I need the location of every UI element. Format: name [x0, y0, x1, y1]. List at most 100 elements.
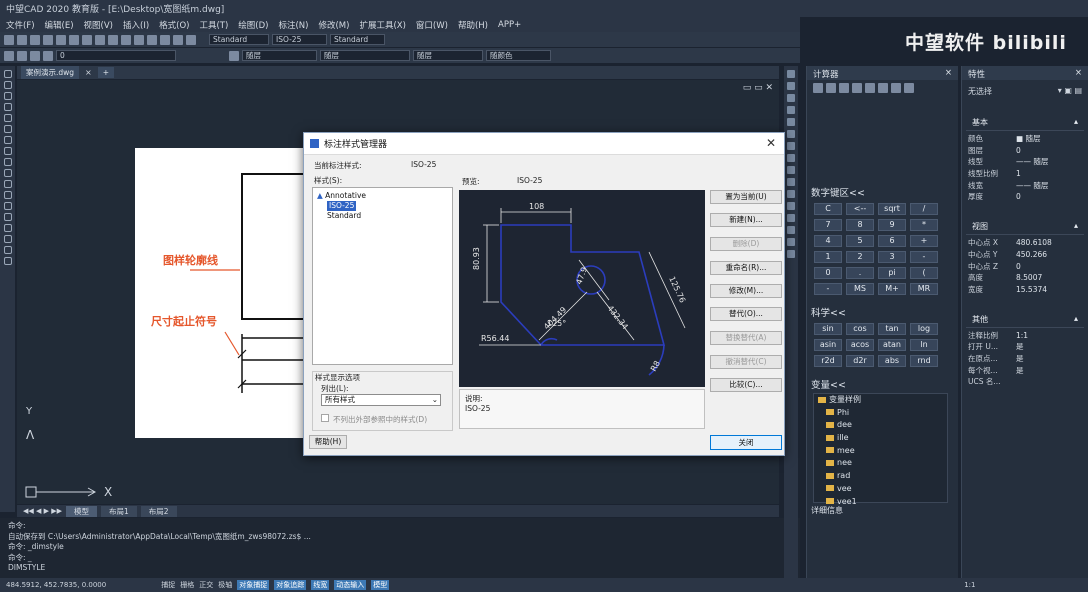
- numpad-key[interactable]: MR: [910, 283, 938, 295]
- explode-icon[interactable]: [787, 250, 795, 258]
- misc-section-title[interactable]: 其他: [972, 314, 988, 325]
- menu-window[interactable]: 窗口(W): [416, 19, 448, 31]
- variable-item[interactable]: rad: [814, 470, 947, 483]
- menu-insert[interactable]: 插入(I): [123, 19, 149, 31]
- command-line[interactable]: 命令: 自动保存到 C:\Users\Administrator\AppData…: [0, 518, 800, 578]
- command-input[interactable]: DIMSTYLE: [8, 563, 792, 574]
- copy-object-icon[interactable]: [787, 82, 795, 90]
- toggle-osnap[interactable]: 对象捕捉: [237, 580, 270, 590]
- numpad-key[interactable]: -: [910, 251, 938, 263]
- cloud-icon[interactable]: [3, 136, 12, 144]
- numpad-key[interactable]: 5: [846, 235, 874, 247]
- style-item-standard[interactable]: Standard: [317, 211, 448, 221]
- menu-file[interactable]: 文件(F): [6, 19, 35, 31]
- paste-icon[interactable]: [95, 34, 105, 45]
- menu-draw[interactable]: 绘图(D): [238, 19, 268, 31]
- tab-new-document[interactable]: +: [97, 67, 115, 78]
- numpad-key[interactable]: -: [814, 283, 842, 295]
- toggle-grid[interactable]: 栅格: [180, 580, 194, 590]
- numpad-key[interactable]: .: [846, 267, 874, 279]
- trim-icon[interactable]: [787, 178, 795, 186]
- close-button[interactable]: 关闭: [710, 435, 782, 450]
- layer-icon[interactable]: [3, 257, 12, 265]
- styles-list[interactable]: ▲ Annotative ISO-25 Standard: [312, 187, 453, 365]
- view-section-title[interactable]: 视图: [972, 221, 988, 232]
- property-row[interactable]: UCS 名...: [962, 376, 1088, 388]
- dialog-close-icon[interactable]: ✕: [766, 136, 776, 150]
- menu-format[interactable]: 格式(O): [159, 19, 189, 31]
- textstyle-combo[interactable]: Standard: [209, 34, 269, 45]
- numpad-key[interactable]: C: [814, 203, 842, 215]
- numpad-key[interactable]: 3: [878, 251, 906, 263]
- match-icon[interactable]: [108, 34, 118, 45]
- stretch-icon[interactable]: [787, 166, 795, 174]
- undo-icon[interactable]: [121, 34, 131, 45]
- pan-icon[interactable]: [147, 34, 157, 45]
- collapse-icon[interactable]: ▴: [1074, 117, 1078, 128]
- property-row[interactable]: 中心点 Y 450.266: [962, 249, 1088, 261]
- var-root-item[interactable]: 变量样例: [814, 394, 947, 407]
- layer-combo[interactable]: 0: [56, 50, 176, 61]
- scientific-key[interactable]: log: [910, 323, 938, 335]
- join-icon[interactable]: [787, 214, 795, 222]
- property-row[interactable]: 中心点 Z 0: [962, 261, 1088, 273]
- tab-active-document[interactable]: 案例演示.dwg: [21, 66, 80, 79]
- break-icon[interactable]: [787, 202, 795, 210]
- save-icon[interactable]: [30, 34, 40, 45]
- property-row[interactable]: 高度 8.5007: [962, 272, 1088, 284]
- selection-combo[interactable]: 无选择: [968, 86, 992, 97]
- chamfer-icon[interactable]: [787, 226, 795, 234]
- intersect-icon[interactable]: [878, 83, 888, 93]
- toggle-polar[interactable]: 极轴: [218, 580, 232, 590]
- numpad-key[interactable]: 8: [846, 219, 874, 231]
- ellipse-icon[interactable]: [3, 158, 12, 166]
- property-row[interactable]: 宽度 15.5374: [962, 284, 1088, 296]
- table-icon[interactable]: [3, 224, 12, 232]
- numpad-key[interactable]: MS: [846, 283, 874, 295]
- numpad-key[interactable]: 6: [878, 235, 906, 247]
- point-icon[interactable]: [3, 191, 12, 199]
- delete-button[interactable]: 删除(D): [710, 237, 782, 251]
- new-icon[interactable]: [4, 34, 14, 45]
- tab-model[interactable]: 模型: [65, 505, 97, 517]
- annotation-scale[interactable]: 1:1: [964, 581, 975, 589]
- menu-tools[interactable]: 工具(T): [199, 19, 228, 31]
- numpad-key[interactable]: (: [910, 267, 938, 279]
- modify-button[interactable]: 修改(M)...: [710, 284, 782, 298]
- distance-icon[interactable]: [852, 83, 862, 93]
- numpad-key[interactable]: <--: [846, 203, 874, 215]
- property-row[interactable]: 线宽 —— 随层: [962, 180, 1088, 192]
- offset-icon[interactable]: [787, 106, 795, 114]
- scientific-key[interactable]: cos: [846, 323, 874, 335]
- property-row[interactable]: 颜色 ■ 随层: [962, 133, 1088, 145]
- close-x-icon[interactable]: [891, 83, 901, 93]
- scientific-key[interactable]: sin: [814, 323, 842, 335]
- compare-button[interactable]: 比较(C)...: [710, 378, 782, 392]
- zoom-icon[interactable]: [160, 34, 170, 45]
- plotstyle-combo[interactable]: 随颜色: [486, 50, 551, 61]
- sun-icon[interactable]: [30, 50, 40, 61]
- toggle-otrack[interactable]: 对象追踪: [274, 580, 307, 590]
- variable-item[interactable]: mee: [814, 445, 947, 458]
- undo-override-button[interactable]: 撤消替代(C): [710, 355, 782, 369]
- help-icon[interactable]: [904, 83, 914, 93]
- array-icon[interactable]: [787, 118, 795, 126]
- mtext-icon[interactable]: [3, 235, 12, 243]
- numpad-key[interactable]: pi: [878, 267, 906, 279]
- panel-close-icon[interactable]: ×: [945, 68, 952, 78]
- lineweight-combo[interactable]: 随层: [413, 50, 483, 61]
- numpad-key[interactable]: +: [910, 235, 938, 247]
- numpad-key[interactable]: 9: [878, 219, 906, 231]
- scientific-key[interactable]: atan: [878, 339, 906, 351]
- menu-edit[interactable]: 编辑(E): [45, 19, 74, 31]
- toggle-lineweight[interactable]: 线宽: [311, 580, 330, 590]
- numpad-key[interactable]: 0: [814, 267, 842, 279]
- collapse-icon[interactable]: ▴: [1074, 314, 1078, 325]
- insert-block-icon[interactable]: [3, 169, 12, 177]
- dimstyle-combo[interactable]: ISO-25: [272, 34, 327, 45]
- hatch-icon[interactable]: [3, 202, 12, 210]
- print-icon[interactable]: [43, 34, 53, 45]
- menu-express[interactable]: 扩展工具(X): [359, 19, 405, 31]
- numpad-key[interactable]: 7: [814, 219, 842, 231]
- polygon-icon[interactable]: [3, 92, 12, 100]
